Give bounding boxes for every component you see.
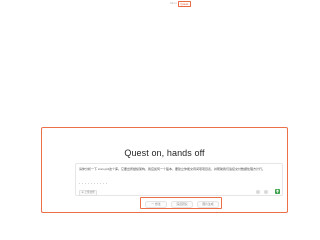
dot-icon <box>91 183 93 185</box>
dot-icon <box>97 183 99 185</box>
send-arrow-icon <box>275 189 280 194</box>
placeholder-dots <box>79 183 119 185</box>
dot-icon <box>106 183 108 185</box>
tab-quest[interactable]: Quest <box>178 1 191 7</box>
page-title: Quest on, hands off <box>124 148 205 158</box>
option-image-gen-button[interactable]: 图片生成 <box>197 201 219 208</box>
settings-icon[interactable] <box>264 190 268 194</box>
dot-icon <box>85 183 87 185</box>
upload-label: 上传文件 <box>84 191 95 194</box>
dot-icon <box>82 183 84 185</box>
prompt-composer[interactable]: 请你分析一下 xxxx.prd这个库。它要出所继续架构，我应如何一个股本，要建立… <box>75 163 283 196</box>
prompt-input[interactable]: 请你分析一下 xxxx.prd这个库。它要出所继续架构，我应如何一个股本，要建立… <box>79 167 278 171</box>
dot-icon <box>94 183 96 185</box>
upload-button[interactable]: ⊕ 上传文件 <box>79 190 98 196</box>
dot-icon <box>88 183 90 185</box>
dot-icon <box>100 183 102 185</box>
dot-icon <box>79 183 81 185</box>
dot-icon <box>103 183 105 185</box>
quick-options: 一 想法 深度研究 图片生成 <box>140 197 222 209</box>
tab-mind[interactable]: Mind <box>170 1 177 6</box>
top-header: Mind Quest <box>0 0 320 10</box>
send-button[interactable] <box>275 189 280 194</box>
option-deep-research-button[interactable]: 深度研究 <box>171 201 193 208</box>
option-idea-button[interactable]: 一 想法 <box>145 201 167 208</box>
mic-icon[interactable] <box>256 190 260 194</box>
